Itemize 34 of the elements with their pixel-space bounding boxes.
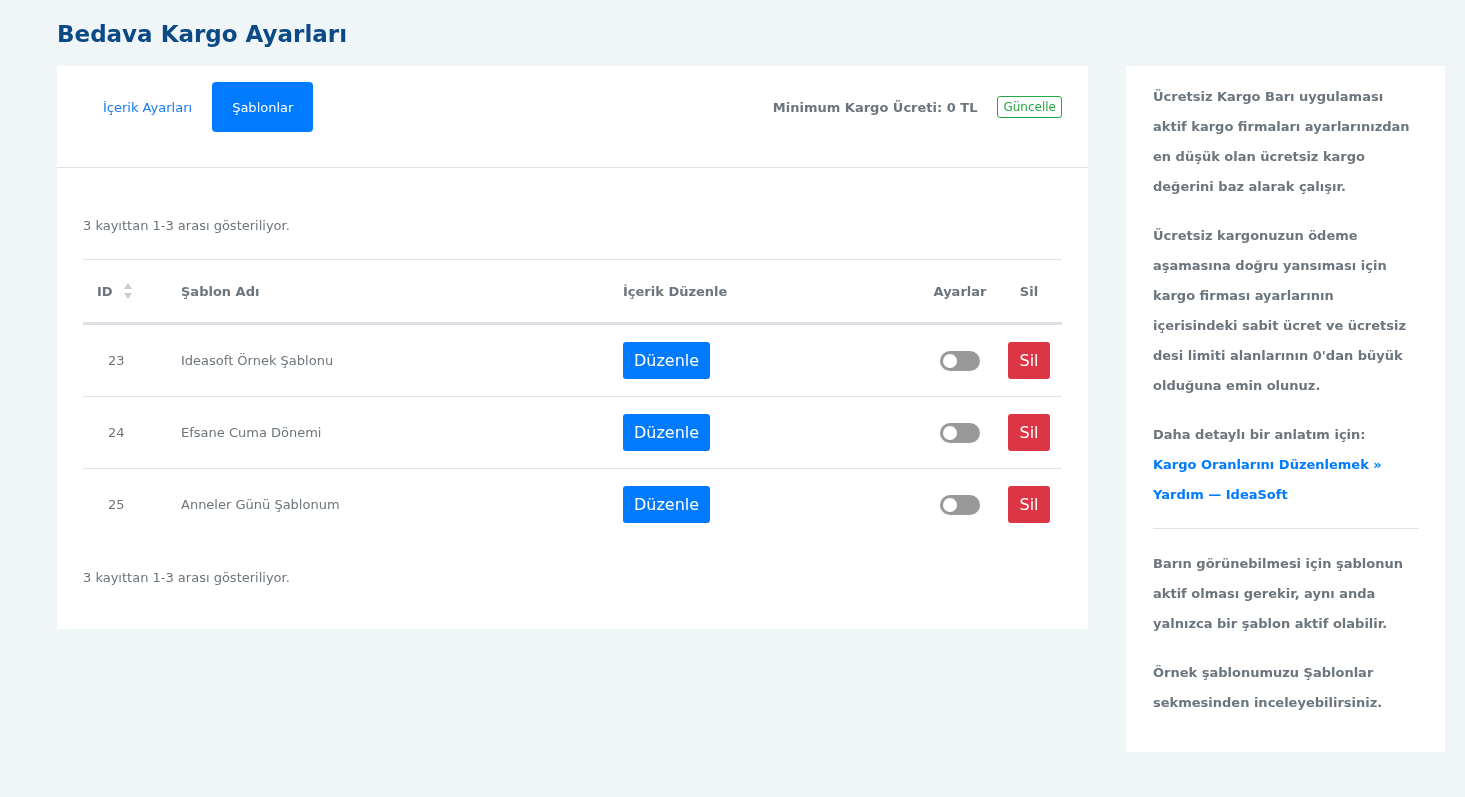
tab[interactable]: Şablonlar bbox=[212, 82, 314, 132]
table-cell: 25 bbox=[108, 497, 125, 512]
help-link[interactable]: Kargo Oranlarını Düzenlemek » Yardım — IdeaSoft bbox=[1153, 450, 1419, 510]
edit-button[interactable]: Düzenle bbox=[623, 486, 711, 523]
table-cell: Efsane Cuma Dönemi bbox=[181, 425, 322, 440]
info-paragraph: Ücretsiz Kargo Barı uygulaması aktif kargo firmaları ayarlarınızdan en düşük olan ücretsiz kargo değerini baz alarak çalışır. bbox=[1153, 88, 1411, 196]
info-paragraph: Daha detaylı bir anlatım için: bbox=[1153, 426, 1367, 444]
delete-button[interactable]: Sil bbox=[1008, 414, 1050, 451]
sort-icon[interactable] bbox=[122, 282, 133, 300]
column-header: İçerik Düzenle bbox=[623, 283, 728, 299]
edit-button[interactable]: Düzenle bbox=[623, 342, 711, 379]
column-header: Şablon Adı bbox=[181, 283, 260, 299]
minimum-shipping-label: Minimum Kargo Ücreti: 0 TL bbox=[772, 99, 978, 115]
update-button[interactable]: Güncelle bbox=[997, 96, 1062, 118]
edit-button[interactable]: Düzenle bbox=[623, 414, 711, 451]
column-header: Ayarlar bbox=[933, 283, 987, 299]
info-paragraph: Ücretsiz kargonuzun ödeme aşamasına doğru yansıması için kargo firması ayarlarının içerisindeki sabit ücret ve ücretsiz desi limiti alanlarının 0'dan büyük olduğuna emin olunuz. bbox=[1153, 227, 1407, 395]
toggle-switch[interactable] bbox=[940, 350, 980, 371]
tab[interactable]: İçerik Ayarları bbox=[93, 82, 203, 132]
delete-button[interactable]: Sil bbox=[1008, 486, 1050, 523]
column-header: ID bbox=[97, 283, 113, 299]
table-cell: Anneler Günü Şablonum bbox=[181, 497, 340, 512]
info-paragraph: Barın görünebilmesi için şablonun aktif olması gerekir, aynı anda yalnızca bir şablon aktif olabilir. bbox=[1153, 555, 1404, 633]
table-cell: 24 bbox=[108, 425, 125, 440]
delete-button[interactable]: Sil bbox=[1008, 342, 1050, 379]
record-summary: 3 kayıttan 1-3 arası gösteriliyor. bbox=[83, 570, 291, 585]
table-cell: 23 bbox=[108, 353, 125, 368]
page-title: Bedava Kargo Ayarları bbox=[57, 20, 349, 49]
info-paragraph: Örnek şablonumuzu Şablonlar sekmesinden inceleyebilirsiniz. bbox=[1153, 664, 1384, 712]
column-header: Sil bbox=[1019, 283, 1039, 299]
toggle-switch[interactable] bbox=[940, 422, 980, 443]
toggle-switch[interactable] bbox=[940, 494, 980, 515]
table-cell: Ideasoft Örnek Şablonu bbox=[181, 353, 334, 368]
record-summary: 3 kayıttan 1-3 arası gösteriliyor. bbox=[83, 218, 291, 233]
